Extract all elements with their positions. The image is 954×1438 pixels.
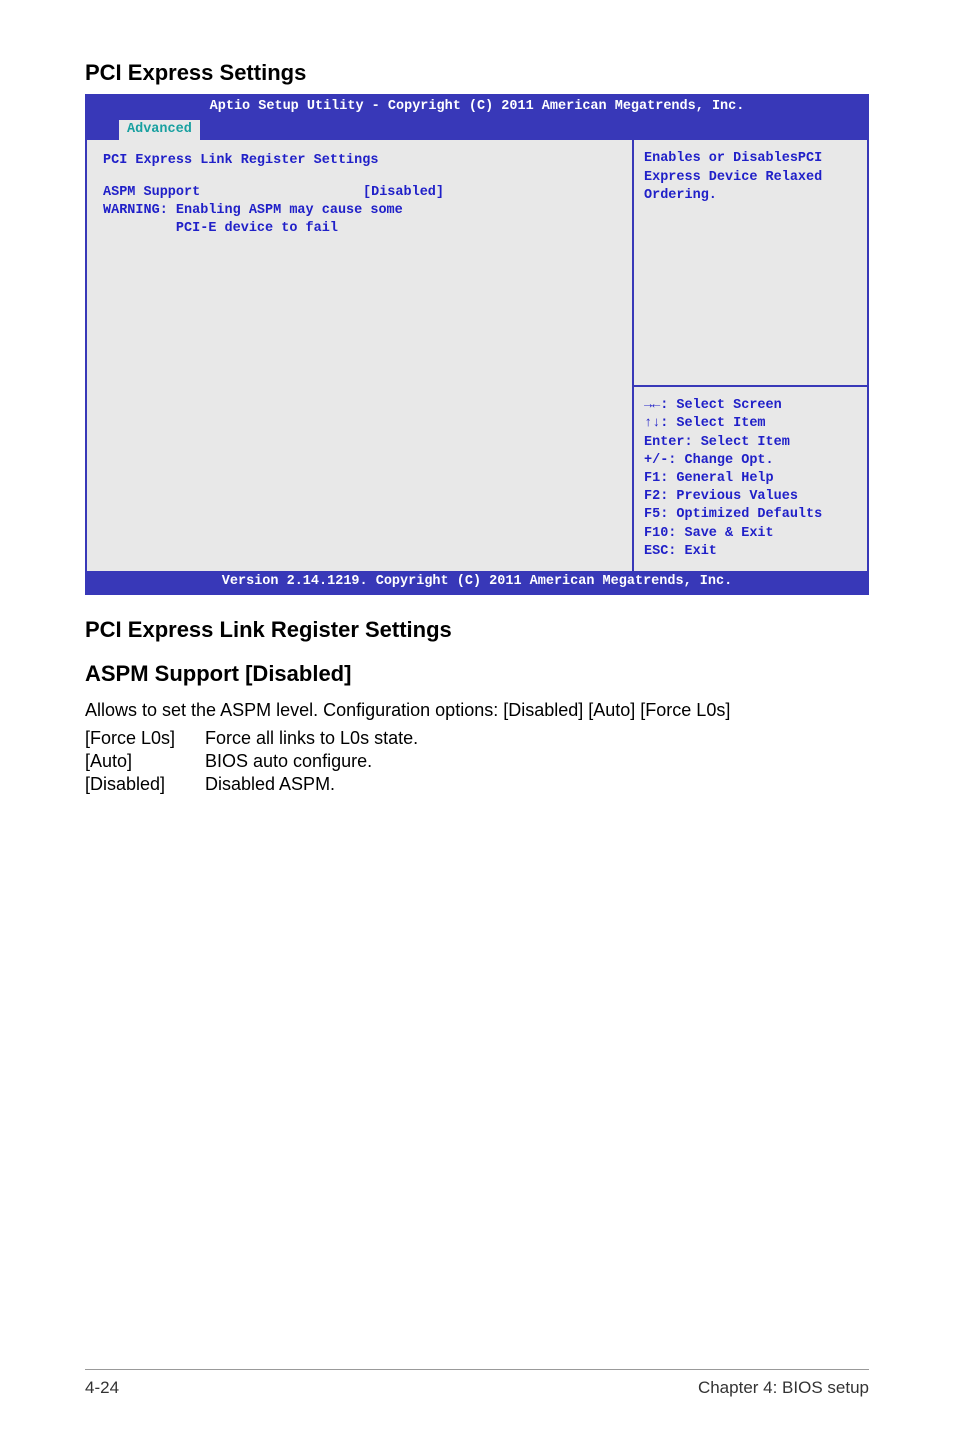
nav-line: ESC: Exit bbox=[644, 543, 857, 561]
bios-tab-advanced: Advanced bbox=[117, 118, 202, 140]
bios-section-title: PCI Express Link Register Settings bbox=[103, 152, 616, 170]
chapter-label: Chapter 4: BIOS setup bbox=[698, 1378, 869, 1398]
bios-setting-label: ASPM Support bbox=[103, 184, 363, 202]
bios-left-panel: PCI Express Link Register Settings ASPM … bbox=[87, 140, 632, 571]
bios-title-text: Aptio Setup Utility - Copyright (C) 2011… bbox=[87, 98, 867, 116]
bios-setting-value: [Disabled] bbox=[363, 184, 444, 202]
bios-right-panel: Enables or DisablesPCI Express Device Re… bbox=[632, 140, 867, 571]
sub-heading-link-register: PCI Express Link Register Settings bbox=[85, 617, 869, 643]
option-row: [Disabled] Disabled ASPM. bbox=[85, 773, 869, 796]
bios-setting-row: ASPM Support [Disabled] bbox=[103, 184, 616, 202]
option-key: [Auto] bbox=[85, 750, 205, 773]
help-line: Ordering. bbox=[644, 187, 857, 205]
page-footer: 4-24 Chapter 4: BIOS setup bbox=[85, 1369, 869, 1398]
sub-heading-aspm: ASPM Support [Disabled] bbox=[85, 661, 869, 687]
nav-line: →←: Select Screen bbox=[644, 397, 857, 415]
option-desc: Disabled ASPM. bbox=[205, 773, 335, 796]
bios-nav-hints: →←: Select Screen ↑↓: Select Item Enter:… bbox=[634, 385, 867, 571]
nav-line: Enter: Select Item bbox=[644, 434, 857, 452]
option-desc: BIOS auto configure. bbox=[205, 750, 372, 773]
bios-screenshot: Aptio Setup Utility - Copyright (C) 2011… bbox=[85, 94, 869, 595]
bios-help-description: Enables or DisablesPCI Express Device Re… bbox=[634, 140, 867, 385]
nav-line: ↑↓: Select Item bbox=[644, 415, 857, 433]
option-key: [Force L0s] bbox=[85, 727, 205, 750]
bios-footer: Version 2.14.1219. Copyright (C) 2011 Am… bbox=[87, 571, 867, 593]
bios-warning-line2: PCI-E device to fail bbox=[103, 220, 616, 238]
bios-warning-line1: WARNING: Enabling ASPM may cause some bbox=[103, 202, 616, 220]
option-row: [Auto] BIOS auto configure. bbox=[85, 750, 869, 773]
bios-tab-row: Advanced bbox=[87, 116, 867, 138]
bios-body: PCI Express Link Register Settings ASPM … bbox=[87, 138, 867, 571]
option-desc: Force all links to L0s state. bbox=[205, 727, 418, 750]
description-text: Allows to set the ASPM level. Configurat… bbox=[85, 699, 869, 722]
nav-line: +/-: Change Opt. bbox=[644, 452, 857, 470]
nav-line: F1: General Help bbox=[644, 470, 857, 488]
help-line: Express Device Relaxed bbox=[644, 169, 857, 187]
option-key: [Disabled] bbox=[85, 773, 205, 796]
nav-line: F10: Save & Exit bbox=[644, 525, 857, 543]
help-line: Enables or DisablesPCI bbox=[644, 150, 857, 168]
bios-header: Aptio Setup Utility - Copyright (C) 2011… bbox=[87, 96, 867, 138]
option-row: [Force L0s] Force all links to L0s state… bbox=[85, 727, 869, 750]
section-heading: PCI Express Settings bbox=[85, 60, 869, 86]
page-number: 4-24 bbox=[85, 1378, 119, 1398]
nav-line: F2: Previous Values bbox=[644, 488, 857, 506]
nav-line: F5: Optimized Defaults bbox=[644, 506, 857, 524]
